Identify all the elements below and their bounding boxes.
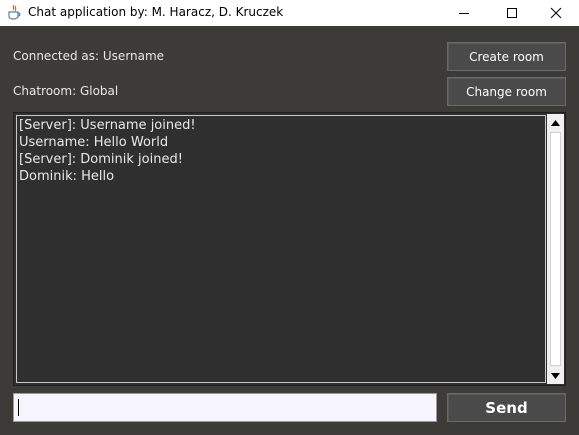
minimize-button[interactable] [441, 0, 487, 26]
scroll-thumb[interactable] [550, 132, 561, 366]
scroll-up-button[interactable] [547, 114, 564, 131]
title-bar[interactable]: Chat application by: M. Haracz, D. Krucz… [0, 0, 579, 26]
text-caret [18, 399, 19, 416]
change-room-button[interactable]: Change room [447, 77, 566, 106]
vertical-scrollbar[interactable] [547, 114, 564, 384]
chat-history-text[interactable]: [Server]: Username joined! Username: Hel… [16, 115, 546, 383]
close-icon [550, 7, 562, 19]
scroll-up-icon [551, 119, 560, 126]
maximize-button[interactable] [489, 0, 535, 26]
minimize-icon [459, 13, 469, 14]
close-button[interactable] [533, 0, 579, 26]
java-app-icon [6, 4, 22, 20]
create-room-button[interactable]: Create room [447, 42, 566, 71]
send-button[interactable]: Send [447, 393, 566, 422]
message-input[interactable] [13, 393, 437, 422]
maximize-icon [507, 8, 517, 18]
chat-message: [Server]: Dominik joined! [19, 152, 183, 167]
chatroom-label: Chatroom: Global [13, 84, 119, 98]
chat-message: Dominik: Hello [19, 169, 115, 184]
scroll-down-icon [551, 372, 560, 379]
connected-as-label: Connected as: Username [13, 49, 165, 63]
chat-history-panel: [Server]: Username joined! Username: Hel… [13, 112, 566, 386]
window-title: Chat application by: M. Haracz, D. Krucz… [28, 5, 284, 19]
scroll-down-button[interactable] [547, 367, 564, 384]
chat-message: Username: Hello World [19, 135, 169, 150]
chat-message: [Server]: Username joined! [19, 118, 196, 133]
chat-window-content: Connected as: Username Chatroom: Global … [0, 26, 579, 435]
